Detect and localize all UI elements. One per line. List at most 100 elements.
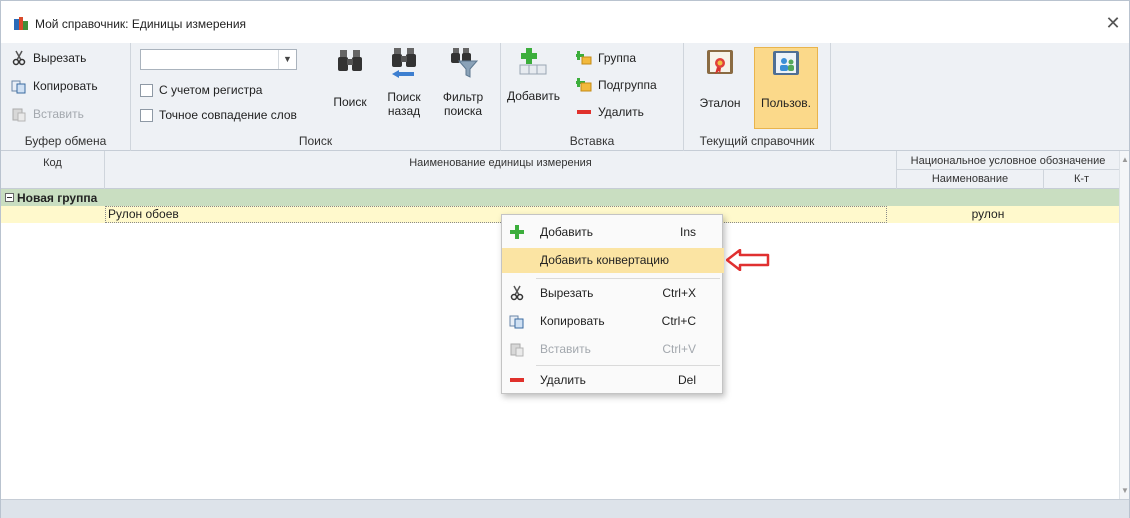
copy-icon xyxy=(509,315,524,329)
paste-icon xyxy=(12,108,26,122)
scissors-icon xyxy=(12,50,26,66)
current-dictionary-label: Текущий справочник xyxy=(699,134,815,148)
column-header-national[interactable]: Национальное условное обозначение xyxy=(897,151,1119,170)
exact-match-label: Точное совпадение слов xyxy=(159,108,297,122)
menu-separator xyxy=(536,278,720,279)
column-header-name[interactable]: Наименование единицы измерения xyxy=(105,151,897,189)
cut-button[interactable]: Вырезать xyxy=(11,48,86,68)
etalon-label: Эталон xyxy=(699,96,741,110)
app-icon xyxy=(14,17,28,30)
menu-item-label: Удалить xyxy=(540,373,586,387)
minus-icon xyxy=(510,378,524,382)
checkbox-box xyxy=(140,108,153,122)
cell-national-name[interactable]: рулон xyxy=(897,206,1119,223)
filter-search-button[interactable]: Фильтр поиска xyxy=(437,47,489,118)
group-row-label: Новая группа xyxy=(17,190,98,205)
context-menu: Добавить Ins Добавить конвертацию Выреза… xyxy=(501,214,724,394)
add-subgroup-label: Подгруппа xyxy=(598,78,657,92)
add-button[interactable]: Добавить xyxy=(507,47,561,103)
grid-header: Код Наименование единицы измерения Нацио… xyxy=(1,151,1129,189)
add-group-icon xyxy=(576,51,592,65)
checkbox-box xyxy=(140,83,153,97)
menu-item-add-conversion[interactable]: Добавить конвертацию xyxy=(502,248,724,273)
user-book-icon xyxy=(773,51,799,75)
user-dictionary-label: Пользов. xyxy=(760,96,812,110)
paste-button[interactable]: Вставить xyxy=(11,104,84,124)
cell-name[interactable]: Рулон обоев xyxy=(105,206,887,223)
match-case-checkbox[interactable]: С учетом регистра xyxy=(140,81,262,99)
clipboard-group: Вырезать Копировать Вставить Буфер обмен… xyxy=(1,43,131,151)
find-back-label-1: Поиск xyxy=(387,90,421,104)
menu-item-label: Добавить конвертацию xyxy=(540,253,669,267)
collapse-icon[interactable] xyxy=(5,193,14,202)
plus-icon xyxy=(510,225,524,239)
copy-icon xyxy=(11,80,26,94)
insert-group: Добавить Группа Подгруппа Удалить Вставк… xyxy=(501,43,684,151)
find-back-button[interactable]: Поиск назад xyxy=(381,47,427,118)
add-subgroup-icon xyxy=(576,78,592,92)
current-dictionary-group: Эталон Пользов. Текущий справочник xyxy=(684,43,831,151)
scroll-down-icon[interactable]: ▼ xyxy=(1121,486,1129,495)
menu-item-label: Копировать xyxy=(540,314,605,328)
menu-item-shortcut: Ins xyxy=(679,225,696,239)
cut-label: Вырезать xyxy=(33,51,87,65)
menu-item-copy[interactable]: Копировать Ctrl+C xyxy=(502,309,724,334)
scroll-up-icon[interactable]: ▲ xyxy=(1121,155,1129,164)
binoculars-icon xyxy=(338,50,362,71)
title-bar: Мой справочник: Единицы измерения ✕ xyxy=(1,1,1129,43)
menu-item-delete[interactable]: Удалить Del xyxy=(502,368,724,393)
chevron-down-icon[interactable]: ▼ xyxy=(278,50,296,69)
menu-separator xyxy=(536,365,720,366)
etalon-button[interactable]: Эталон xyxy=(690,47,750,129)
copy-label: Копировать xyxy=(33,79,98,93)
add-subgroup-button[interactable]: Подгруппа xyxy=(576,75,657,95)
find-label: Поиск xyxy=(333,95,367,109)
search-group-label: Поиск xyxy=(298,134,333,148)
user-dictionary-button[interactable]: Пользов. xyxy=(754,47,818,129)
search-combo[interactable]: ▼ xyxy=(140,49,297,70)
vertical-scrollbar[interactable]: ▲ ▼ xyxy=(1119,151,1129,499)
paste-label: Вставить xyxy=(33,107,84,121)
find-back-label-2: назад xyxy=(387,104,421,118)
clipboard-group-label: Буфер обмена xyxy=(24,134,107,148)
find-button[interactable]: Поиск xyxy=(327,47,373,109)
menu-item-add[interactable]: Добавить Ins xyxy=(502,220,724,245)
column-header-national-name[interactable]: Наименование xyxy=(897,170,1044,189)
window: Мой справочник: Единицы измерения ✕ Выре… xyxy=(0,0,1130,518)
binoculars-back-icon xyxy=(392,48,416,78)
match-case-label: С учетом регистра xyxy=(159,83,263,97)
menu-item-shortcut: Ctrl+C xyxy=(661,314,696,328)
scissors-icon xyxy=(510,285,524,301)
menu-item-cut[interactable]: Вырезать Ctrl+X xyxy=(502,281,724,306)
filter-binoculars-icon xyxy=(451,48,479,78)
paste-icon xyxy=(510,343,524,357)
menu-item-shortcut: Del xyxy=(677,373,696,387)
search-group: ▼ С учетом регистра Точное совпадение сл… xyxy=(131,43,501,151)
minus-icon xyxy=(577,110,591,114)
close-icon[interactable]: ✕ xyxy=(1101,11,1125,35)
insert-group-label: Вставка xyxy=(569,134,615,148)
menu-item-paste[interactable]: Вставить Ctrl+V xyxy=(502,337,724,362)
add-group-button[interactable]: Группа xyxy=(576,48,636,68)
column-header-code[interactable]: Код xyxy=(1,151,105,189)
menu-item-label: Добавить xyxy=(540,225,594,239)
delete-button[interactable]: Удалить xyxy=(576,102,644,122)
menu-item-label: Вырезать xyxy=(540,286,594,300)
window-title: Мой справочник: Единицы измерения xyxy=(35,17,247,31)
filter-label-2: поиска xyxy=(443,104,483,118)
add-group-label: Группа xyxy=(598,51,637,65)
add-label: Добавить xyxy=(507,89,561,103)
menu-item-shortcut: Ctrl+X xyxy=(662,286,696,300)
add-table-icon xyxy=(519,48,547,75)
column-header-coef[interactable]: К-т xyxy=(1044,170,1119,189)
red-arrow-icon xyxy=(726,249,770,271)
exact-match-checkbox[interactable]: Точное совпадение слов xyxy=(140,106,297,124)
menu-item-shortcut: Ctrl+V xyxy=(662,342,696,356)
group-row[interactable]: Новая группа xyxy=(1,189,1119,206)
menu-item-label: Вставить xyxy=(540,342,591,356)
delete-label: Удалить xyxy=(598,105,644,119)
filter-label-1: Фильтр xyxy=(442,90,484,104)
copy-button[interactable]: Копировать xyxy=(11,76,98,96)
status-bar xyxy=(1,499,1129,518)
etalon-book-icon xyxy=(707,50,733,74)
